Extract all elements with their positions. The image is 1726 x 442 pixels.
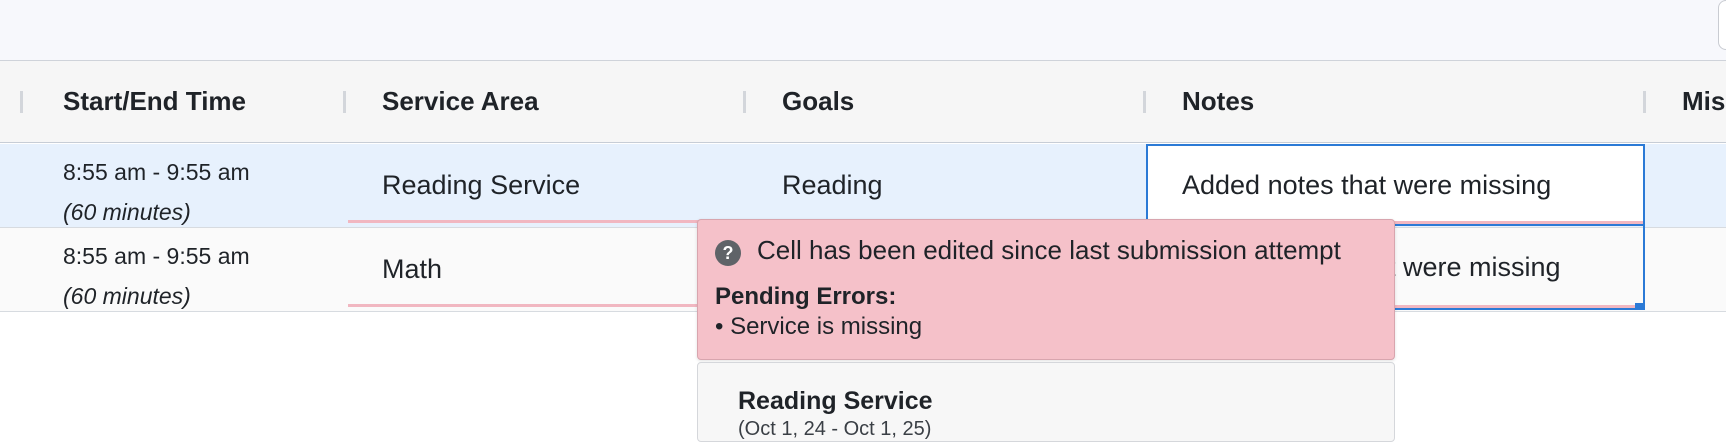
time-range: 8:55 am - 9:55 am [63, 243, 250, 269]
column-header-service-area[interactable]: Service Area [382, 61, 539, 142]
tooltip-message: Cell has been edited since last submissi… [757, 235, 1341, 265]
service-area-cell[interactable]: Math [382, 254, 442, 285]
fill-handle[interactable] [1635, 303, 1645, 310]
dropdown-option-dates: (Oct 1, 24 - Oct 1, 25) [738, 418, 932, 440]
column-resize-handle[interactable] [1143, 91, 1146, 113]
dropdown-option-title[interactable]: Reading Service [738, 387, 933, 416]
duration: (60 minutes) [63, 199, 191, 225]
error-tooltip: ? Cell has been edited since last submis… [697, 219, 1395, 360]
column-resize-handle[interactable] [343, 91, 346, 113]
question-icon: ? [715, 240, 741, 266]
time-range: 8:55 am - 9:55 am [63, 159, 250, 185]
notes-text: Added notes that were missing [1182, 170, 1552, 200]
column-header-notes[interactable]: Notes [1182, 61, 1254, 142]
pending-errors-title: Pending Errors: [715, 283, 897, 310]
time-cell[interactable]: 8:55 am - 9:55 am (60 minutes) [63, 236, 250, 316]
notes-text: t were missing [1388, 252, 1561, 282]
error-underline [348, 220, 742, 223]
table-header: Start/End Time Service Area Goals Notes … [0, 61, 1726, 143]
duration: (60 minutes) [63, 283, 191, 309]
service-dropdown[interactable]: Reading Service (Oct 1, 24 - Oct 1, 25) [697, 362, 1395, 442]
service-area-cell[interactable]: Reading Service [382, 170, 580, 201]
column-header-goals[interactable]: Goals [782, 61, 854, 142]
goals-cell[interactable]: Reading [782, 170, 883, 201]
time-cell[interactable]: 8:55 am - 9:55 am (60 minutes) [63, 152, 250, 232]
top-toolbar [0, 0, 1726, 61]
column-resize-handle[interactable] [1643, 91, 1646, 113]
notes-cell-active[interactable]: Added notes that were missing [1146, 144, 1645, 226]
table-row[interactable]: 8:55 am - 9:55 am (60 minutes) Reading S… [0, 144, 1726, 228]
error-underline [348, 304, 742, 307]
pending-error-item: • Service is missing [715, 313, 923, 340]
column-resize-handle[interactable] [743, 91, 746, 113]
column-header-missing[interactable]: Mis [1682, 61, 1725, 142]
toolbar-edge-button[interactable] [1718, 0, 1726, 50]
column-resize-handle[interactable] [20, 91, 23, 113]
column-header-start-end-time[interactable]: Start/End Time [63, 61, 246, 142]
